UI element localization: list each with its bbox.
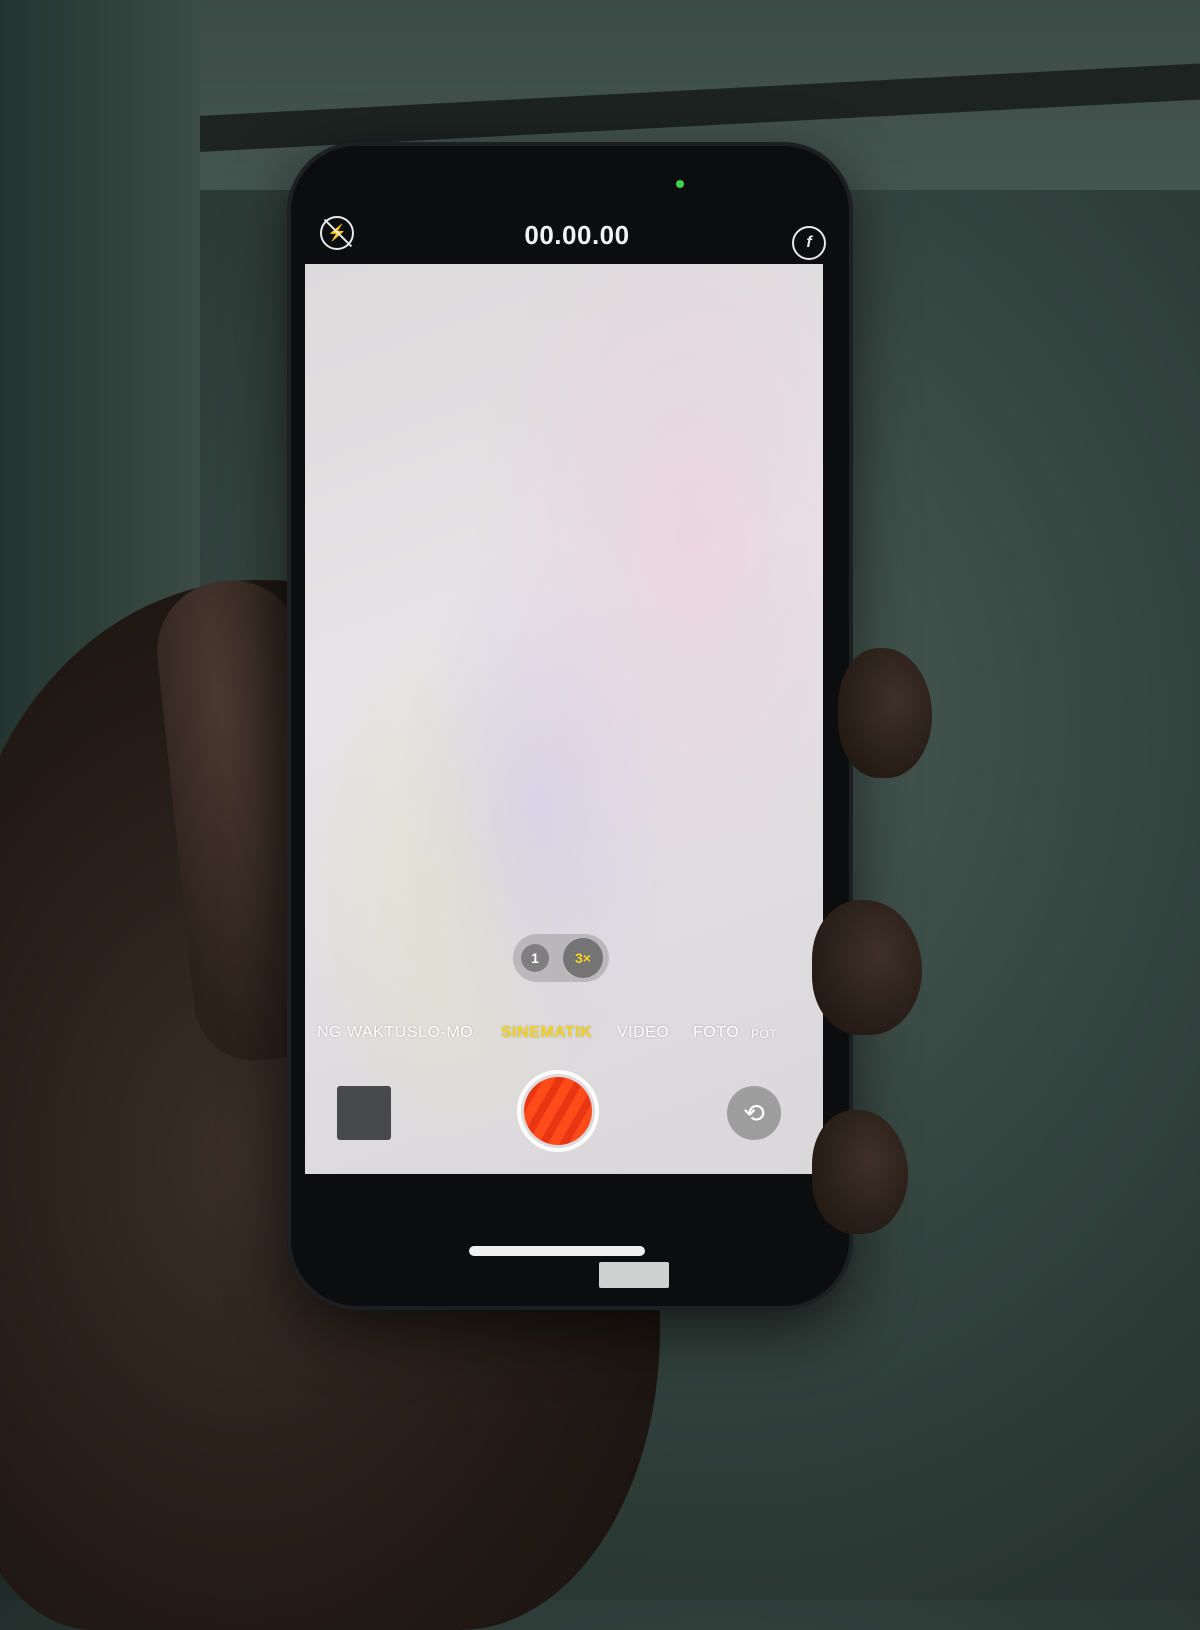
camera-flip-icon[interactable]: ⟲ xyxy=(727,1086,781,1140)
home-indicator[interactable] xyxy=(469,1246,645,1256)
finger-middle xyxy=(812,900,922,1035)
mode-photo[interactable]: FOTO xyxy=(693,1024,739,1042)
record-button[interactable] xyxy=(517,1070,599,1152)
finger-top xyxy=(838,648,932,778)
mode-video[interactable]: VIDEO xyxy=(617,1024,669,1042)
phone: ⚡ 00.00.00 f 1 3× NG WAKTU SLO-MO SINEMA… xyxy=(287,142,853,1310)
mode-portrait[interactable]: POT xyxy=(751,1027,777,1041)
last-capture-thumbnail[interactable] xyxy=(337,1086,391,1140)
viewfinder[interactable]: 1 3× NG WAKTU SLO-MO SINEMATIK VIDEO FOT… xyxy=(305,264,823,1174)
mode-slomo[interactable]: SLO-MO xyxy=(407,1024,473,1042)
zoom-3x-button[interactable]: 3× xyxy=(563,938,603,978)
flash-off-icon[interactable]: ⚡ xyxy=(320,216,354,250)
bottom-edge-object xyxy=(599,1262,669,1288)
recording-timer: 00.00.00 xyxy=(524,220,630,250)
record-icon xyxy=(524,1077,592,1145)
mode-selector: NG WAKTU SLO-MO SINEMATIK VIDEO FOTO POT xyxy=(305,1024,823,1054)
mode-timelapse[interactable]: NG WAKTU xyxy=(317,1024,407,1042)
zoom-control: 1 3× xyxy=(513,934,609,982)
format-f-icon[interactable]: f xyxy=(792,226,826,260)
mode-cinematic[interactable]: SINEMATIK xyxy=(501,1024,592,1042)
finger-bottom xyxy=(812,1110,908,1234)
top-bar: ⚡ 00.00.00 f xyxy=(287,142,853,267)
zoom-1x-button[interactable]: 1 xyxy=(521,944,549,972)
